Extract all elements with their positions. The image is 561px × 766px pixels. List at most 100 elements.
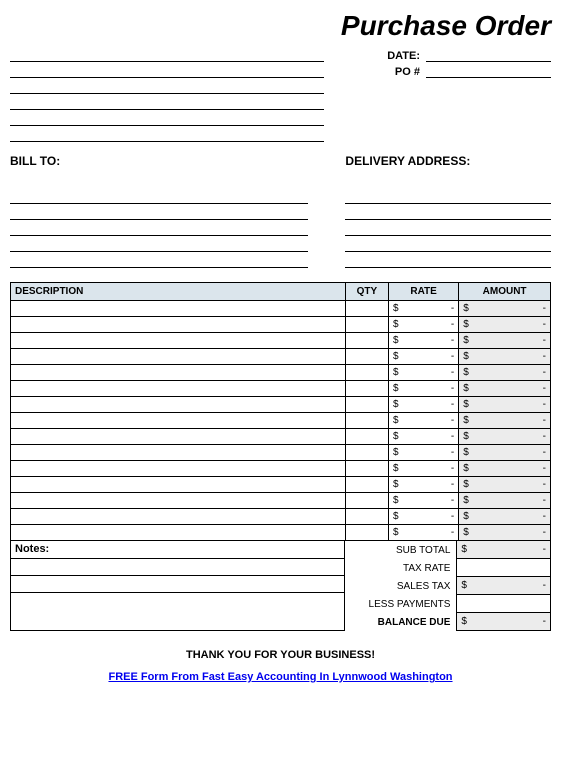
header-right-meta: DATE: PO #: [324, 46, 551, 142]
thank-you-text: THANK YOU FOR YOUR BUSINESS!: [10, 649, 551, 661]
bill-to-line[interactable]: [10, 236, 308, 252]
desc-cell[interactable]: [11, 509, 346, 525]
qty-cell[interactable]: [345, 477, 388, 493]
desc-cell[interactable]: [11, 349, 346, 365]
footer-link-anchor[interactable]: FREE Form From Fast Easy Accounting In L…: [108, 671, 452, 683]
rate-cell[interactable]: $-: [389, 477, 459, 493]
qty-cell[interactable]: [345, 525, 388, 541]
vendor-line[interactable]: [10, 126, 324, 142]
vendor-line[interactable]: [10, 110, 324, 126]
qty-cell[interactable]: [345, 381, 388, 397]
po-row: PO #: [324, 62, 551, 78]
table-row: $-$-: [11, 445, 551, 461]
desc-cell[interactable]: [11, 317, 346, 333]
delivery-line[interactable]: [345, 188, 551, 204]
qty-cell[interactable]: [345, 397, 388, 413]
table-row: $-$-: [11, 301, 551, 317]
taxrate-field[interactable]: [456, 559, 551, 577]
rate-cell[interactable]: $-: [389, 301, 459, 317]
address-block: [10, 188, 551, 268]
subtotal-value: $-: [456, 541, 551, 559]
vendor-line[interactable]: [10, 94, 324, 110]
bill-to-line[interactable]: [10, 204, 308, 220]
table-row: $-$-: [11, 461, 551, 477]
vendor-line[interactable]: [10, 62, 324, 78]
qty-cell[interactable]: [345, 461, 388, 477]
desc-cell[interactable]: [11, 381, 346, 397]
lesspayments-field[interactable]: [456, 595, 551, 613]
desc-cell[interactable]: [11, 413, 346, 429]
table-row: $-$-: [11, 429, 551, 445]
rate-cell[interactable]: $-: [389, 429, 459, 445]
notes-box: Notes:: [10, 541, 345, 631]
bill-to-line[interactable]: [10, 188, 308, 204]
table-row: $-$-: [11, 477, 551, 493]
balancedue-label: BALANCE DUE: [345, 613, 456, 631]
delivery-line[interactable]: [345, 236, 551, 252]
items-table: DESCRIPTION QTY RATE AMOUNT $-$-$-$-$-$-…: [10, 282, 551, 541]
delivery-line[interactable]: [345, 252, 551, 268]
qty-cell[interactable]: [345, 413, 388, 429]
table-row: $-$-: [11, 365, 551, 381]
desc-cell[interactable]: [11, 397, 346, 413]
po-label: PO #: [324, 66, 426, 78]
desc-cell[interactable]: [11, 429, 346, 445]
lesspayments-row: LESS PAYMENTS: [345, 595, 551, 613]
rate-cell[interactable]: $-: [389, 381, 459, 397]
rate-cell[interactable]: $-: [389, 365, 459, 381]
rate-cell[interactable]: $-: [389, 333, 459, 349]
table-row: $-$-: [11, 493, 551, 509]
table-row: $-$-: [11, 397, 551, 413]
table-row: $-$-: [11, 525, 551, 541]
qty-cell[interactable]: [345, 301, 388, 317]
qty-cell[interactable]: [345, 317, 388, 333]
rate-cell[interactable]: $-: [389, 349, 459, 365]
qty-cell[interactable]: [345, 349, 388, 365]
desc-cell[interactable]: [11, 333, 346, 349]
delivery-line[interactable]: [345, 204, 551, 220]
notes-line[interactable]: [11, 576, 344, 593]
rate-cell[interactable]: $-: [389, 509, 459, 525]
date-label: DATE:: [324, 50, 426, 62]
notes-line[interactable]: [11, 593, 344, 610]
purchase-order-form: Purchase Order DATE: PO # BILL TO: DELIV…: [10, 10, 551, 683]
header-left-lines: [10, 46, 324, 142]
desc-cell[interactable]: [11, 365, 346, 381]
delivery-lines: [345, 188, 551, 268]
salestax-label: SALES TAX: [345, 577, 456, 595]
qty-cell[interactable]: [345, 493, 388, 509]
desc-cell[interactable]: [11, 493, 346, 509]
desc-cell[interactable]: [11, 461, 346, 477]
vendor-line[interactable]: [10, 78, 324, 94]
qty-cell[interactable]: [345, 509, 388, 525]
subtotal-row: SUB TOTAL $-: [345, 541, 551, 559]
bill-to-line[interactable]: [10, 252, 308, 268]
header-rate: RATE: [389, 283, 459, 301]
amount-cell: $-: [459, 397, 551, 413]
qty-cell[interactable]: [345, 429, 388, 445]
bill-to-line[interactable]: [10, 220, 308, 236]
items-header-row: DESCRIPTION QTY RATE AMOUNT: [11, 283, 551, 301]
footer-link: FREE Form From Fast Easy Accounting In L…: [10, 671, 551, 683]
rate-cell[interactable]: $-: [389, 461, 459, 477]
po-field[interactable]: [426, 62, 551, 78]
rate-cell[interactable]: $-: [389, 317, 459, 333]
rate-cell[interactable]: $-: [389, 525, 459, 541]
qty-cell[interactable]: [345, 333, 388, 349]
rate-cell[interactable]: $-: [389, 397, 459, 413]
header-amount: AMOUNT: [459, 283, 551, 301]
delivery-line[interactable]: [345, 220, 551, 236]
rate-cell[interactable]: $-: [389, 493, 459, 509]
desc-cell[interactable]: [11, 477, 346, 493]
date-row: DATE:: [324, 46, 551, 62]
rate-cell[interactable]: $-: [389, 413, 459, 429]
date-field[interactable]: [426, 46, 551, 62]
vendor-line[interactable]: [10, 46, 324, 62]
desc-cell[interactable]: [11, 301, 346, 317]
qty-cell[interactable]: [345, 365, 388, 381]
desc-cell[interactable]: [11, 525, 346, 541]
desc-cell[interactable]: [11, 445, 346, 461]
qty-cell[interactable]: [345, 445, 388, 461]
notes-line[interactable]: [11, 559, 344, 576]
rate-cell[interactable]: $-: [389, 445, 459, 461]
